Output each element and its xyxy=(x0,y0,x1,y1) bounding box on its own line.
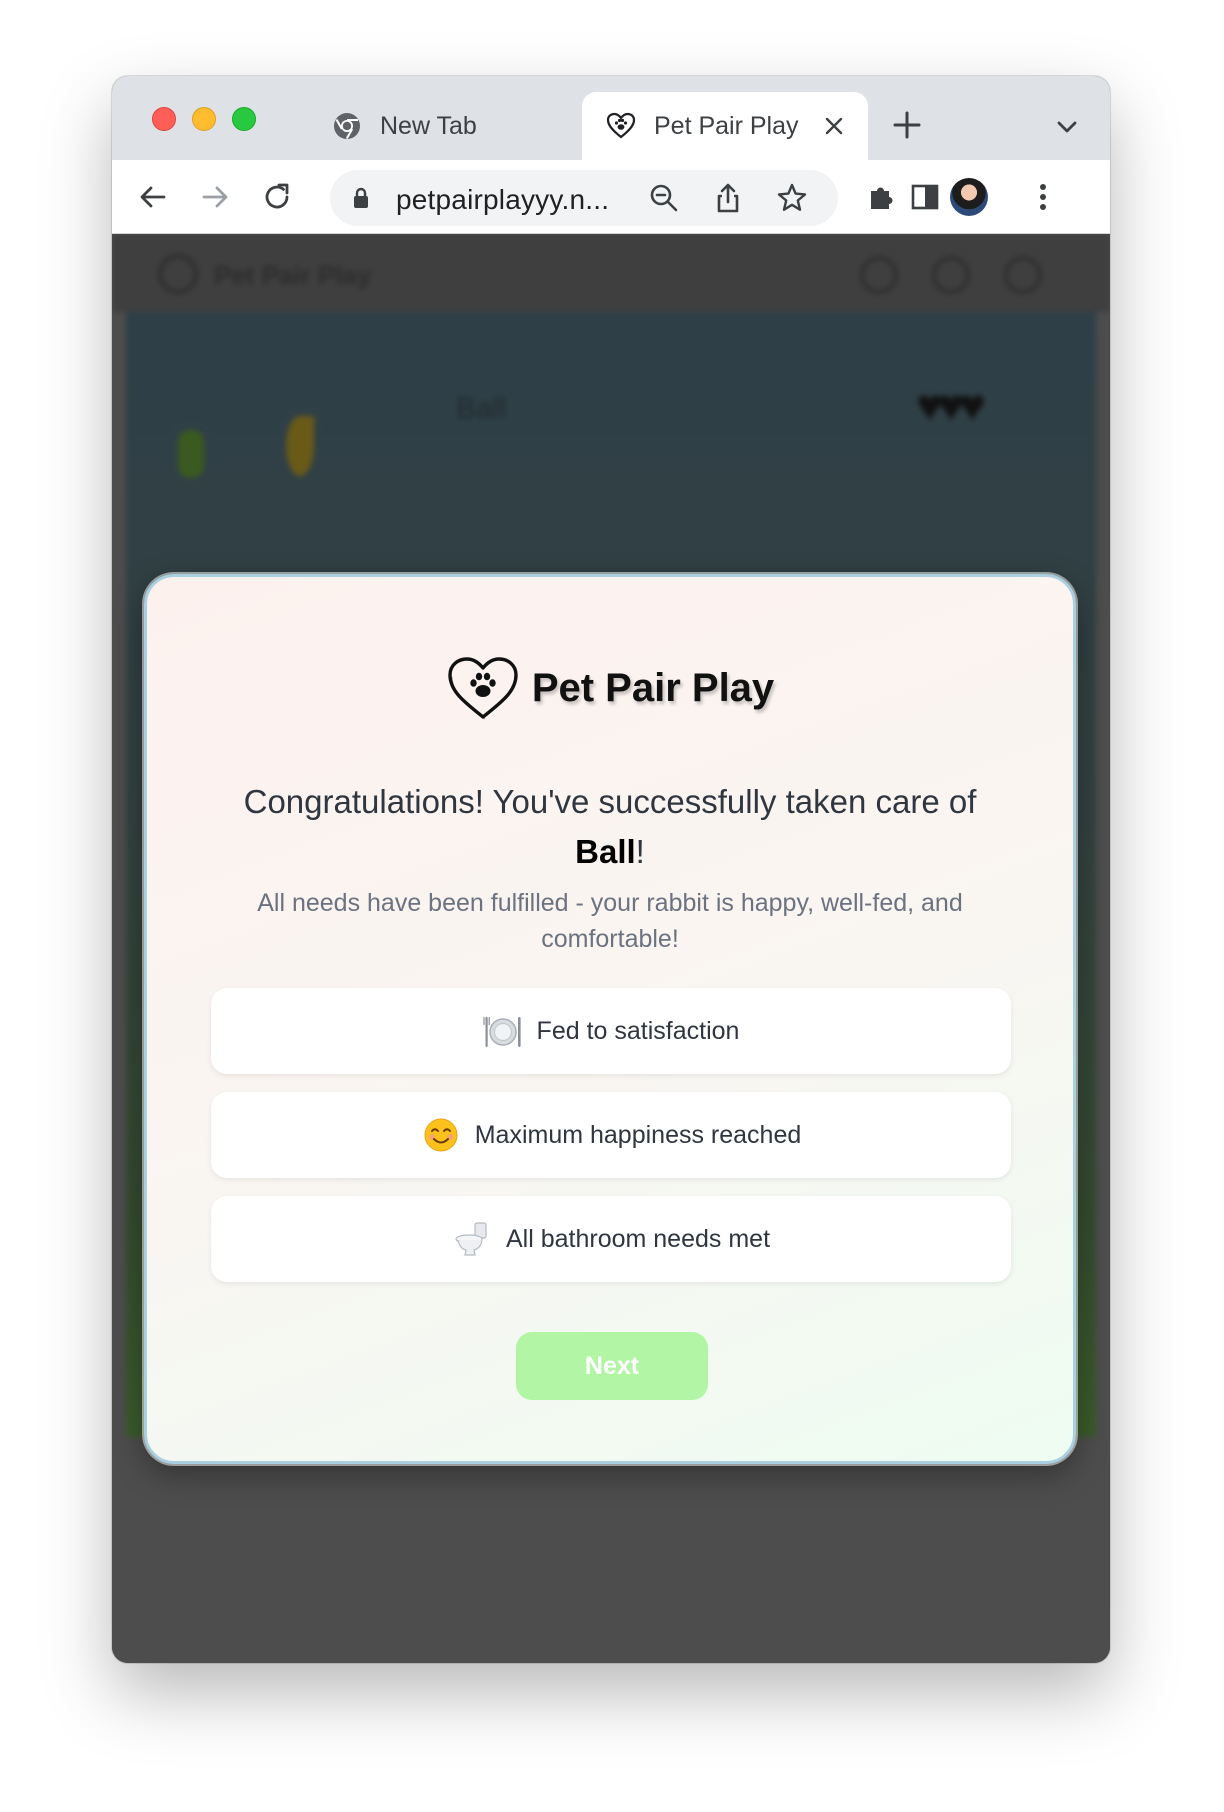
smile-icon xyxy=(421,1115,461,1155)
achievement-happiness: Maximum happiness reached xyxy=(211,1092,1011,1178)
achievement-label: Maximum happiness reached xyxy=(474,1120,802,1149)
paw-heart-icon xyxy=(606,111,636,141)
zoom-out-icon[interactable] xyxy=(648,182,680,214)
url-text: petpairplayyy.n... xyxy=(396,184,610,215)
congrats-prefix: Congratulations! You've successfully tak… xyxy=(243,783,977,820)
tab-title: Pet Pair Play xyxy=(654,111,799,140)
tab-pet-pair-play[interactable]: Pet Pair Play xyxy=(582,92,868,160)
minimize-window-button[interactable] xyxy=(192,107,216,131)
modal-title: Pet Pair Play xyxy=(531,665,775,710)
forward-arrow-icon[interactable] xyxy=(196,178,234,216)
address-bar[interactable]: petpairplayyy.n... xyxy=(330,170,838,226)
background-pet-name: Ball xyxy=(456,392,507,425)
background-food-item xyxy=(286,416,314,476)
achievement-list: Fed to satisfaction Maximum happiness re… xyxy=(211,988,1011,1300)
congrats-message: Congratulations! You've successfully tak… xyxy=(207,777,1013,877)
extensions-puzzle-icon[interactable] xyxy=(862,178,900,216)
lock-icon xyxy=(352,186,370,215)
profile-avatar[interactable] xyxy=(950,178,988,216)
bookmark-star-icon[interactable] xyxy=(776,182,808,214)
tab-search-chevron-icon[interactable] xyxy=(1052,112,1082,142)
side-panel-icon[interactable] xyxy=(906,178,944,216)
modal-brand: Pet Pair Play xyxy=(147,655,1073,721)
achievement-bathroom: All bathroom needs met xyxy=(211,1196,1011,1282)
close-window-button[interactable] xyxy=(152,107,176,131)
achievement-label: Fed to satisfaction xyxy=(536,1016,740,1045)
tab-bar: New Tab Pet Pair Play xyxy=(112,76,1110,160)
pet-name: Ball xyxy=(575,833,636,870)
new-tab-plus-icon[interactable] xyxy=(890,108,924,142)
background-logo-icon xyxy=(158,254,198,294)
paw-heart-logo-icon xyxy=(448,657,518,720)
back-arrow-icon[interactable] xyxy=(134,178,172,216)
close-tab-icon[interactable] xyxy=(820,112,848,140)
background-hearts: ♥♥♥ xyxy=(916,379,986,431)
background-food-item xyxy=(178,430,204,478)
maximize-window-button[interactable] xyxy=(232,107,256,131)
browser-toolbar: petpairplayyy.n... xyxy=(112,160,1110,234)
page-viewport: Pet Pair Play Ball ♥♥♥ Pet Pair Play Con… xyxy=(112,234,1110,1663)
background-nav-icon xyxy=(1004,256,1042,294)
success-modal: Pet Pair Play Congratulations! You've su… xyxy=(144,574,1076,1464)
toilet-icon xyxy=(452,1219,492,1259)
more-menu-icon[interactable] xyxy=(1024,178,1062,216)
share-icon[interactable] xyxy=(712,182,744,214)
congrats-suffix: ! xyxy=(635,833,645,870)
achievement-fed: Fed to satisfaction xyxy=(211,988,1011,1074)
reload-icon[interactable] xyxy=(258,178,296,216)
background-brand: Pet Pair Play xyxy=(214,260,372,290)
chrome-icon xyxy=(332,111,362,141)
next-button[interactable]: Next xyxy=(516,1332,708,1400)
plate-icon xyxy=(482,1011,523,1051)
background-nav-icon xyxy=(860,256,898,294)
browser-window: New Tab Pet Pair Play petpairplayyy.n...… xyxy=(112,76,1110,1663)
congrats-subtext: All needs have been fulfilled - your rab… xyxy=(257,889,963,953)
achievement-label: All bathroom needs met xyxy=(505,1224,771,1253)
background-nav-icon xyxy=(932,256,970,294)
background-header: Pet Pair Play xyxy=(112,234,1110,312)
